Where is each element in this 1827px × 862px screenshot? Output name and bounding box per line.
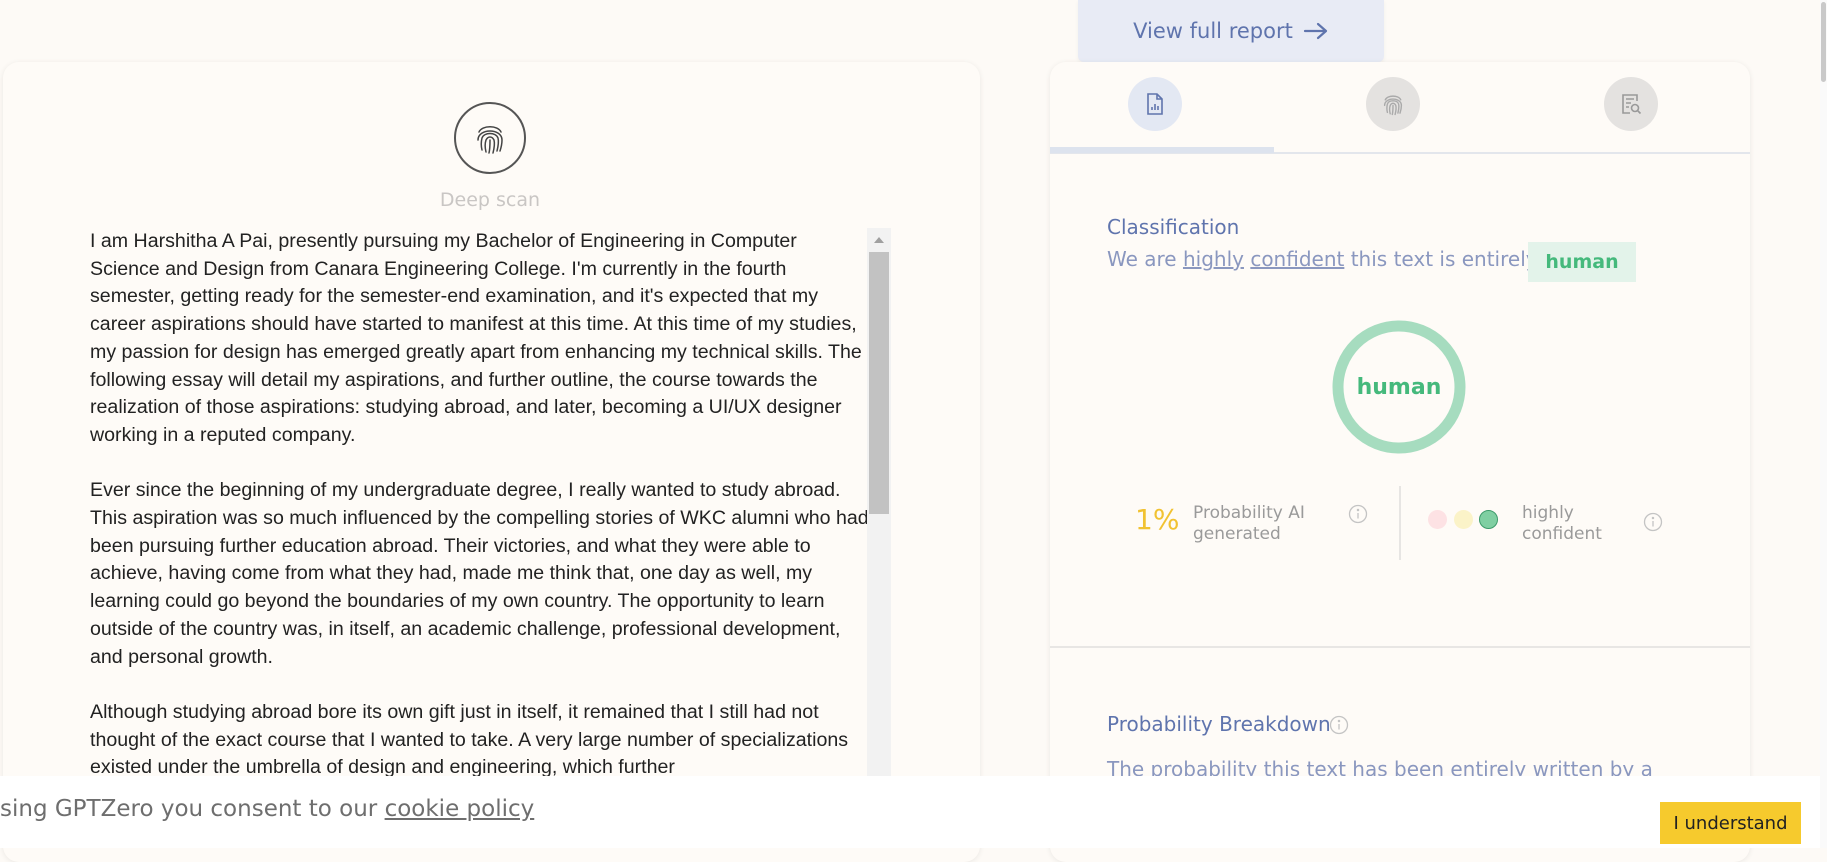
classification-sentence: We are highly confident this text is ent… xyxy=(1107,247,1538,271)
classification-sentence-end: this text is entirely xyxy=(1350,247,1538,271)
classification-ring-label: human xyxy=(1356,374,1442,400)
essay-paragraph-1: I am Harshitha A Pai, presently pursuing… xyxy=(90,230,862,446)
confident-link[interactable]: confident xyxy=(1250,247,1344,271)
cookie-consent-message: sing GPTZero you consent to our xyxy=(0,796,378,822)
essay-text-area[interactable]: I am Harshitha A Pai, presently pursuing… xyxy=(90,228,870,848)
scroll-up-arrow-icon[interactable] xyxy=(867,228,891,252)
cookie-policy-link[interactable]: cookie policy xyxy=(385,796,535,822)
essay-paragraph-2: Ever since the beginning of my undergrad… xyxy=(90,479,869,668)
confidence-info-icon[interactable] xyxy=(1643,512,1663,532)
tab-source-search[interactable] xyxy=(1604,77,1658,131)
cookie-consent-banner: sing GPTZero you consent to our cookie p… xyxy=(0,776,1827,848)
breakdown-info-icon[interactable] xyxy=(1329,715,1349,735)
page-scrollbar[interactable] xyxy=(1820,0,1827,848)
confidence-dot-medium xyxy=(1454,510,1473,529)
i-understand-button[interactable]: I understand xyxy=(1660,802,1801,844)
tab-deep-scan[interactable] xyxy=(1366,77,1420,131)
document-search-icon xyxy=(1622,94,1642,115)
classification-sentence-start: We are xyxy=(1107,247,1177,271)
stats-divider xyxy=(1399,486,1401,560)
classification-badge: human xyxy=(1528,242,1636,282)
results-panel: Classification We are highly confident t… xyxy=(1050,62,1750,862)
deep-scan-label: Deep scan xyxy=(439,189,541,211)
active-tab-indicator xyxy=(1050,147,1274,153)
document-report-icon xyxy=(1147,93,1163,115)
deep-scan-button[interactable] xyxy=(454,102,526,174)
view-full-report-button[interactable]: View full report xyxy=(1078,0,1384,62)
probability-ai-value: 1% xyxy=(1135,503,1180,536)
text-input-panel: Deep scan I am Harshitha A Pai, presentl… xyxy=(3,62,980,862)
essay-paragraph-3: Although studying abroad bore its own gi… xyxy=(90,700,849,779)
section-divider xyxy=(1050,646,1750,648)
confidence-label: highly confident xyxy=(1522,503,1602,544)
arrow-right-icon xyxy=(1303,22,1327,40)
tab-report[interactable] xyxy=(1128,77,1182,131)
fingerprint-icon xyxy=(1383,95,1403,116)
probability-ai-label: Probability AI generated xyxy=(1193,503,1305,544)
essay-scrollbar[interactable] xyxy=(867,228,891,848)
confidence-dot-high xyxy=(1479,510,1498,529)
view-full-report-label: View full report xyxy=(1133,19,1293,43)
probability-info-icon[interactable] xyxy=(1348,504,1368,524)
essay-scrollbar-thumb[interactable] xyxy=(869,252,889,514)
probability-breakdown-title: Probability Breakdown xyxy=(1107,712,1331,736)
highly-link[interactable]: highly xyxy=(1183,247,1244,271)
confidence-dot-low xyxy=(1428,510,1447,529)
cookie-consent-text: sing GPTZero you consent to our cookie p… xyxy=(0,796,534,822)
page-scrollbar-thumb[interactable] xyxy=(1821,2,1826,82)
classification-title: Classification xyxy=(1107,215,1240,239)
fingerprint-icon xyxy=(477,126,503,154)
